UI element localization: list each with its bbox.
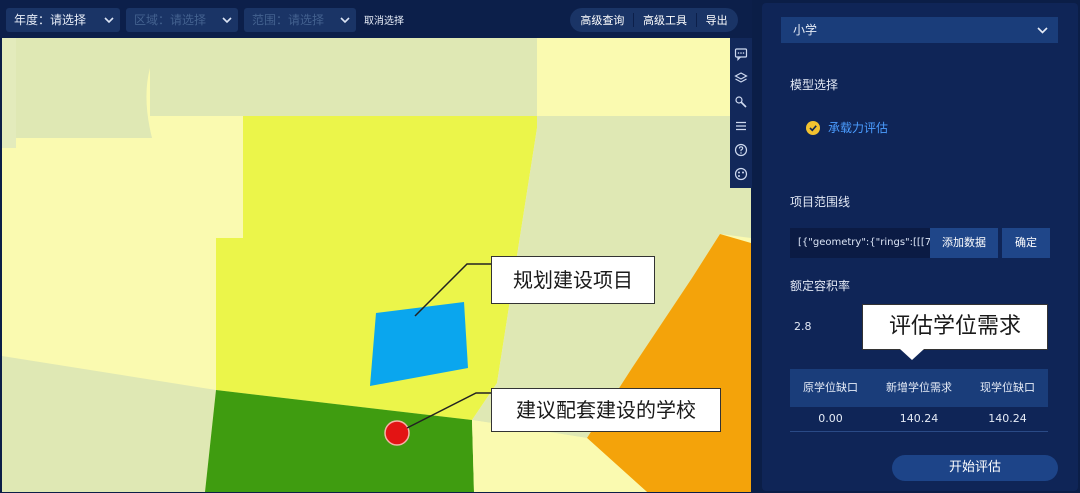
far-label: 额定容积率 bbox=[790, 279, 851, 293]
export-button[interactable]: 导出 bbox=[706, 12, 728, 28]
year-select-label: 年度： bbox=[14, 13, 51, 27]
confirm-button[interactable]: 确定 bbox=[1002, 228, 1050, 258]
start-evaluation-button[interactable]: 开始评估 bbox=[892, 455, 1058, 481]
result-table: 原学位缺口 新增学位需求 现学位缺口 0.00 140.24 140.24 bbox=[790, 369, 1048, 432]
divider bbox=[633, 13, 635, 27]
add-data-button[interactable]: 添加数据 bbox=[930, 228, 998, 258]
table-header: 现学位缺口 bbox=[967, 369, 1048, 407]
chevron-down-icon bbox=[104, 8, 114, 42]
app-window: 年度：请选择 区域：请选择 范围：请选择 取消选择 高级查询 高级工具 导出 规… bbox=[0, 0, 1080, 493]
range-select[interactable]: 范围：请选择 bbox=[244, 8, 356, 32]
year-select[interactable]: 年度：请选择 bbox=[6, 8, 120, 32]
advanced-tools-button[interactable]: 高级工具 bbox=[643, 12, 687, 28]
table-header: 新增学位需求 bbox=[870, 369, 968, 407]
message-icon[interactable] bbox=[733, 46, 749, 62]
theme-icon[interactable] bbox=[733, 166, 749, 182]
divider bbox=[695, 13, 697, 27]
callout-evaluate-demand: 评估学位需求 bbox=[862, 304, 1048, 350]
far-input[interactable]: 2.8 bbox=[790, 314, 870, 340]
table-cell: 140.24 bbox=[870, 407, 968, 432]
model-option-label: 承载力评估 bbox=[828, 121, 889, 135]
check-circle-icon bbox=[806, 120, 820, 135]
callout-pointer bbox=[900, 349, 924, 360]
parcel-pale-green-top bbox=[150, 38, 537, 116]
evaluation-panel: 小学 模型选择 承载力评估 项目范围线 [{"geometry":{"rings… bbox=[762, 3, 1078, 491]
table-row: 0.00 140.24 140.24 bbox=[790, 407, 1048, 432]
layers-icon[interactable] bbox=[733, 70, 749, 86]
parcel-pale-green-left bbox=[2, 38, 16, 148]
tools-icon[interactable] bbox=[733, 94, 749, 110]
project-range-label: 项目范围线 bbox=[790, 195, 851, 209]
project-range-input[interactable]: [{"geometry":{"rings":[[[7970 bbox=[790, 228, 932, 258]
model-select-label: 模型选择 bbox=[790, 78, 839, 92]
map-tool-strip bbox=[730, 38, 752, 188]
callout-planned-project: 规划建设项目 bbox=[491, 256, 655, 304]
table-cell: 140.24 bbox=[967, 407, 1048, 432]
chevron-down-icon bbox=[1037, 17, 1048, 53]
table-header: 原学位缺口 bbox=[790, 369, 871, 407]
table-cell: 0.00 bbox=[790, 407, 871, 432]
help-icon[interactable] bbox=[733, 142, 749, 158]
range-select-value: 请选择 bbox=[288, 13, 325, 27]
cancel-select-link[interactable]: 取消选择 bbox=[364, 12, 404, 27]
chevron-down-icon bbox=[222, 8, 232, 42]
callout-suggested-school: 建议配套建设的学校 bbox=[491, 388, 721, 432]
district-select[interactable]: 区域：请选择 bbox=[126, 8, 238, 32]
school-type-select[interactable]: 小学 bbox=[781, 17, 1058, 43]
top-toolbar: 年度：请选择 区域：请选择 范围：请选择 取消选择 高级查询 高级工具 导出 bbox=[0, 0, 752, 38]
advanced-query-button[interactable]: 高级查询 bbox=[580, 12, 624, 28]
parcel-pale-green-topleft bbox=[2, 38, 152, 138]
school-type-value: 小学 bbox=[793, 23, 818, 37]
model-option-capacity[interactable]: 承载力评估 bbox=[806, 119, 888, 136]
district-select-value: 请选择 bbox=[170, 13, 207, 27]
range-select-label: 范围： bbox=[252, 13, 289, 27]
year-select-value: 请选择 bbox=[50, 13, 87, 27]
suggested-school-marker[interactable] bbox=[384, 420, 410, 446]
chevron-down-icon bbox=[340, 8, 350, 42]
table-header-row: 原学位缺口 新增学位需求 现学位缺口 bbox=[790, 369, 1048, 407]
district-select-label: 区域： bbox=[134, 13, 171, 27]
tool-button-group: 高级查询 高级工具 导出 bbox=[570, 8, 738, 32]
list-icon[interactable] bbox=[733, 118, 749, 134]
